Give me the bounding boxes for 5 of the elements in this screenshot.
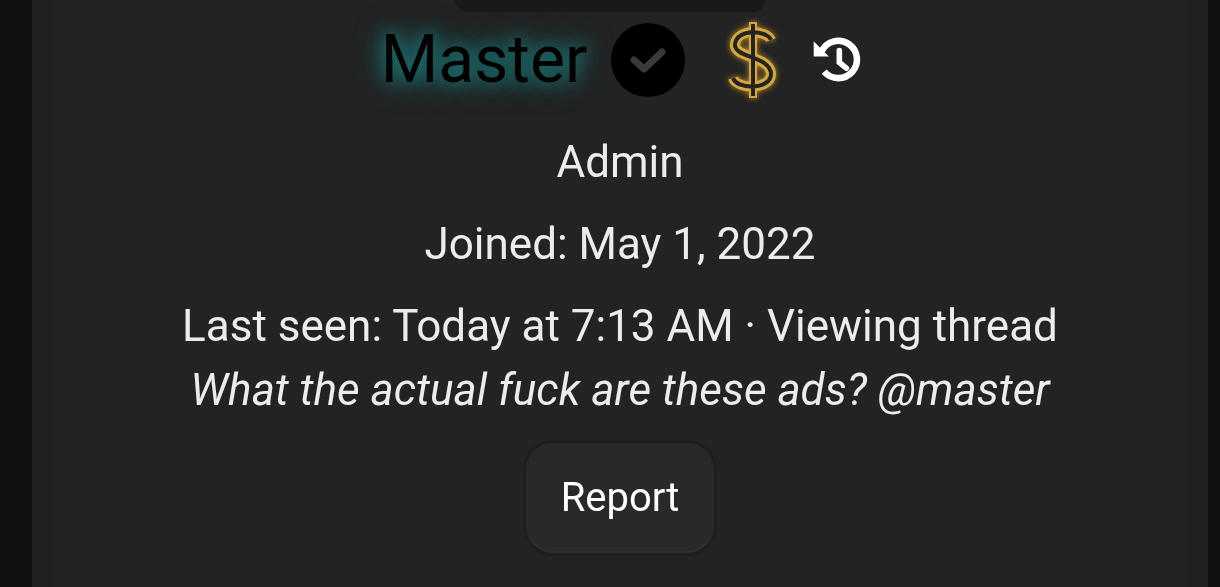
joined-date: Joined: May 1, 2022 [424, 222, 816, 266]
verified-check-icon [611, 23, 686, 97]
report-button[interactable]: Report [523, 440, 717, 556]
user-title: Admin [556, 140, 684, 184]
last-seen: Last seen: Today at 7:13 AM · Viewing thread [182, 304, 1058, 348]
